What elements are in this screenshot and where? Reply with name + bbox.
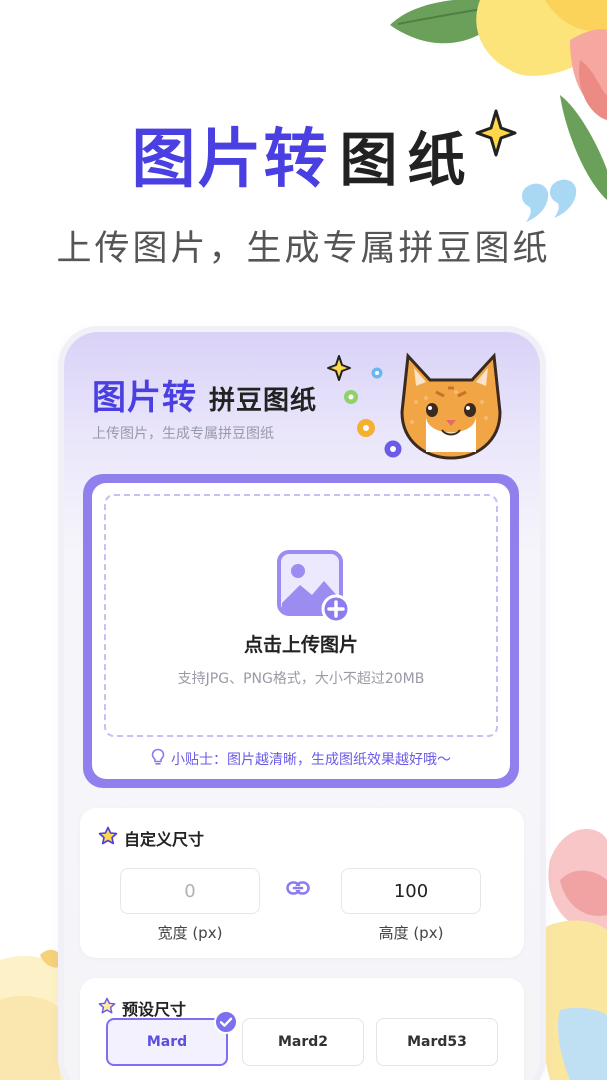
preset-option-label: Mard53 <box>407 1034 467 1050</box>
custom-size-title: 自定义尺寸 <box>124 830 205 849</box>
upload-tip-text: 小贴士：图片越清晰，生成图纸效果越好哦～ <box>171 752 451 768</box>
width-field[interactable] <box>120 868 260 914</box>
custom-size-section: 自定义尺寸 宽度 (px) 高度 (px) <box>80 808 524 958</box>
flower-decoration-bottom-left <box>0 940 70 1080</box>
preset-option-mard2[interactable]: Mard2 <box>242 1018 364 1066</box>
preset-size-section: 预设尺寸 Mard Mard2 Mard53 <box>80 978 524 1080</box>
star-outline-icon <box>98 997 116 1019</box>
width-label: 宽度 (px) <box>157 924 223 942</box>
width-input[interactable] <box>121 869 259 913</box>
preset-size-title: 预设尺寸 <box>122 1000 187 1019</box>
upload-panel[interactable]: 点击上传图片 支持JPG、PNG格式，大小不超过20MB 小贴士：图片越清晰，生… <box>92 483 510 779</box>
upload-format-hint: 支持JPG、PNG格式，大小不超过20MB <box>177 671 425 687</box>
preset-option-mard[interactable]: Mard <box>106 1010 238 1066</box>
height-input[interactable] <box>342 869 480 913</box>
upload-label[interactable]: 点击上传图片 <box>106 630 496 657</box>
sparkle-star-icon <box>474 108 518 162</box>
app-title: 图片转 拼豆图纸 <box>92 370 317 419</box>
app-title-part2: 拼豆图纸 <box>209 386 318 416</box>
preset-option-label: Mard <box>146 1034 188 1050</box>
height-label: 高度 (px) <box>378 924 444 942</box>
link-aspect-icon[interactable] <box>286 880 310 900</box>
upload-dropzone[interactable]: 点击上传图片 支持JPG、PNG格式，大小不超过20MB <box>104 494 498 737</box>
app-title-part1: 图片转 <box>92 378 197 418</box>
star-badge-icon <box>98 826 118 850</box>
hero-title-part2: 图纸 <box>339 126 476 194</box>
bead-blue-icon <box>370 366 384 380</box>
preset-option-mard53[interactable]: Mard53 <box>376 1018 498 1066</box>
hero-subtitle: 上传图片，生成专属拼豆图纸 <box>56 229 551 269</box>
upload-area[interactable]: 点击上传图片 支持JPG、PNG格式，大小不超过20MB 小贴士：图片越清晰，生… <box>83 474 519 788</box>
bead-green-icon <box>342 388 360 406</box>
app-subtitle: 上传图片，生成专属拼豆图纸 <box>92 426 274 442</box>
image-upload-icon[interactable] <box>276 549 351 627</box>
custom-size-header: 自定义尺寸 <box>98 826 204 850</box>
hero-title-part1: 图片转 <box>131 123 330 197</box>
pixel-cat-illustration <box>396 352 506 462</box>
sparkle-star-small-icon <box>326 354 352 382</box>
preset-option-label: Mard2 <box>277 1034 329 1050</box>
app-screen: 图片转 拼豆图纸 上传图片，生成专属拼豆图纸 点击上传图片 支持JPG、PNG格… <box>64 332 540 1080</box>
upload-tip: 小贴士：图片越清晰，生成图纸效果越好哦～ <box>92 748 510 770</box>
height-field[interactable] <box>341 868 481 914</box>
bead-orange-icon <box>354 416 378 440</box>
check-icon <box>214 1010 238 1038</box>
lightbulb-icon <box>151 748 165 770</box>
preset-size-header: 预设尺寸 <box>98 996 186 1020</box>
